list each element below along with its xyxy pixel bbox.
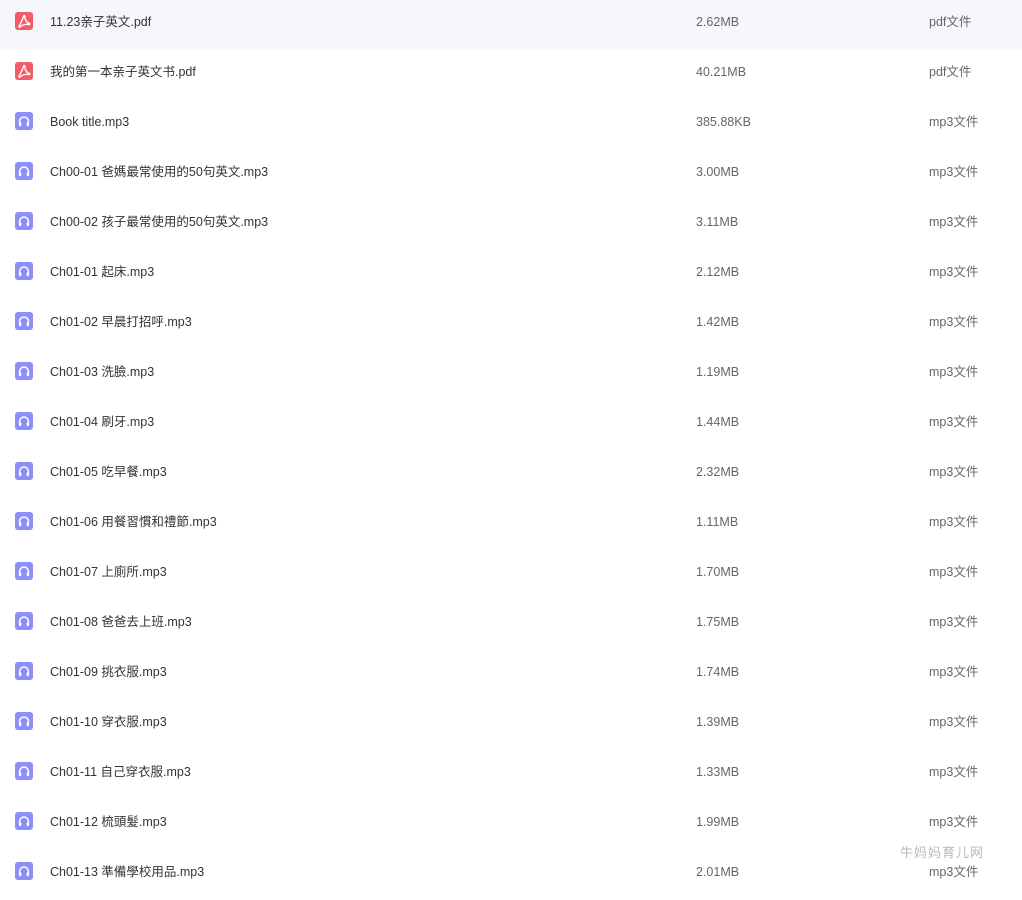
file-size: 1.33MB	[696, 765, 740, 779]
file-type: mp3文件	[929, 165, 979, 179]
file-name[interactable]: Ch01-11 自己穿衣服.mp3	[50, 764, 191, 780]
file-size: 3.00MB	[696, 165, 740, 179]
headphones-icon	[14, 711, 34, 731]
file-row[interactable]: 11.23亲子英文.pdf 2.62MB pdf文件	[0, 0, 1022, 50]
file-type: mp3文件	[929, 265, 979, 279]
file-type: mp3文件	[929, 765, 979, 779]
file-type: mp3文件	[929, 315, 979, 329]
headphones-icon	[14, 361, 34, 381]
file-name[interactable]: Ch01-09 挑衣服.mp3	[50, 664, 167, 680]
file-name[interactable]: Ch00-01 爸媽最常使用的50句英文.mp3	[50, 164, 268, 180]
file-type: mp3文件	[929, 665, 979, 679]
file-size: 2.32MB	[696, 465, 740, 479]
headphones-icon	[14, 661, 34, 681]
file-type: mp3文件	[929, 565, 979, 579]
file-row[interactable]: Ch01-08 爸爸去上班.mp3 1.75MB mp3文件	[0, 600, 1022, 650]
file-row[interactable]: Ch01-01 起床.mp3 2.12MB mp3文件	[0, 250, 1022, 300]
file-type: mp3文件	[929, 465, 979, 479]
headphones-icon	[14, 561, 34, 581]
file-name[interactable]: Ch01-04 刷牙.mp3	[50, 414, 154, 430]
file-type: mp3文件	[929, 215, 979, 229]
file-row[interactable]: Ch01-09 挑衣服.mp3 1.74MB mp3文件	[0, 650, 1022, 700]
file-size: 385.88KB	[696, 115, 751, 129]
file-row[interactable]: Ch01-06 用餐習慣和禮節.mp3 1.11MB mp3文件	[0, 500, 1022, 550]
file-type: mp3文件	[929, 515, 979, 529]
file-size: 2.12MB	[696, 265, 740, 279]
file-type: mp3文件	[929, 815, 979, 829]
file-size: 1.99MB	[696, 815, 740, 829]
file-type: mp3文件	[929, 615, 979, 629]
file-type: mp3文件	[929, 115, 979, 129]
headphones-icon	[14, 161, 34, 181]
file-type: mp3文件	[929, 865, 979, 879]
file-row[interactable]: Ch01-03 洗臉.mp3 1.19MB mp3文件	[0, 350, 1022, 400]
headphones-icon	[14, 761, 34, 781]
file-row[interactable]: 我的第一本亲子英文书.pdf 40.21MB pdf文件	[0, 50, 1022, 100]
watermark: 牛妈妈育儿网	[900, 845, 985, 860]
file-name[interactable]: Ch01-05 吃早餐.mp3	[50, 464, 167, 480]
pdf-icon	[14, 11, 34, 31]
file-size: 1.44MB	[696, 415, 740, 429]
file-row[interactable]: Ch00-02 孩子最常使用的50句英文.mp3 3.11MB mp3文件	[0, 200, 1022, 250]
file-size: 2.62MB	[696, 15, 740, 29]
file-type: mp3文件	[929, 365, 979, 379]
headphones-icon	[14, 461, 34, 481]
file-list: 11.23亲子英文.pdf 2.62MB pdf文件 我的第一本亲子英文书.pdf 40…	[0, 0, 1022, 900]
headphones-icon	[14, 261, 34, 281]
headphones-icon	[14, 811, 34, 831]
file-row[interactable]: Ch01-04 刷牙.mp3 1.44MB mp3文件	[0, 400, 1022, 450]
file-row[interactable]: Ch01-10 穿衣服.mp3 1.39MB mp3文件	[0, 700, 1022, 750]
file-row[interactable]: Ch01-12 梳頭髮.mp3 1.99MB mp3文件	[0, 800, 1022, 850]
file-name[interactable]: Book title.mp3	[50, 114, 129, 130]
pdf-icon	[14, 61, 34, 81]
file-row[interactable]: Ch01-11 自己穿衣服.mp3 1.33MB mp3文件	[0, 750, 1022, 800]
file-size: 1.70MB	[696, 565, 740, 579]
file-name[interactable]: Ch00-02 孩子最常使用的50句英文.mp3	[50, 214, 268, 230]
file-size: 1.75MB	[696, 615, 740, 629]
file-row[interactable]: Ch00-01 爸媽最常使用的50句英文.mp3 3.00MB mp3文件	[0, 150, 1022, 200]
headphones-icon	[14, 511, 34, 531]
file-size: 1.39MB	[696, 715, 740, 729]
file-row[interactable]: Book title.mp3 385.88KB mp3文件	[0, 100, 1022, 150]
file-type: mp3文件	[929, 715, 979, 729]
file-name[interactable]: Ch01-01 起床.mp3	[50, 264, 154, 280]
headphones-icon	[14, 211, 34, 231]
file-size: 1.74MB	[696, 665, 740, 679]
headphones-icon	[14, 411, 34, 431]
file-name[interactable]: Ch01-10 穿衣服.mp3	[50, 714, 167, 730]
file-name[interactable]: Ch01-08 爸爸去上班.mp3	[50, 614, 192, 630]
file-size: 1.11MB	[696, 515, 739, 529]
file-name[interactable]: 我的第一本亲子英文书.pdf	[50, 64, 196, 80]
file-row[interactable]: Ch01-07 上廁所.mp3 1.70MB mp3文件	[0, 550, 1022, 600]
file-row[interactable]: Ch01-05 吃早餐.mp3 2.32MB mp3文件	[0, 450, 1022, 500]
file-name[interactable]: Ch01-06 用餐習慣和禮節.mp3	[50, 514, 217, 530]
file-type: mp3文件	[929, 415, 979, 429]
file-name[interactable]: Ch01-03 洗臉.mp3	[50, 364, 154, 380]
file-size: 3.11MB	[696, 215, 739, 229]
headphones-icon	[14, 611, 34, 631]
file-name[interactable]: 11.23亲子英文.pdf	[50, 14, 151, 30]
file-row[interactable]: Ch01-13 準備學校用品.mp3 2.01MB mp3文件	[0, 850, 1022, 900]
file-name[interactable]: Ch01-07 上廁所.mp3	[50, 564, 167, 580]
file-type: pdf文件	[929, 65, 972, 79]
file-type: pdf文件	[929, 15, 972, 29]
file-row[interactable]: Ch01-02 早晨打招呼.mp3 1.42MB mp3文件	[0, 300, 1022, 350]
file-size: 1.19MB	[696, 365, 740, 379]
headphones-icon	[14, 861, 34, 881]
file-name[interactable]: Ch01-13 準備學校用品.mp3	[50, 864, 204, 880]
file-size: 2.01MB	[696, 865, 740, 879]
headphones-icon	[14, 111, 34, 131]
file-name[interactable]: Ch01-02 早晨打招呼.mp3	[50, 314, 192, 330]
file-name[interactable]: Ch01-12 梳頭髮.mp3	[50, 814, 167, 830]
file-size: 1.42MB	[696, 315, 740, 329]
file-size: 40.21MB	[696, 65, 747, 79]
headphones-icon	[14, 311, 34, 331]
